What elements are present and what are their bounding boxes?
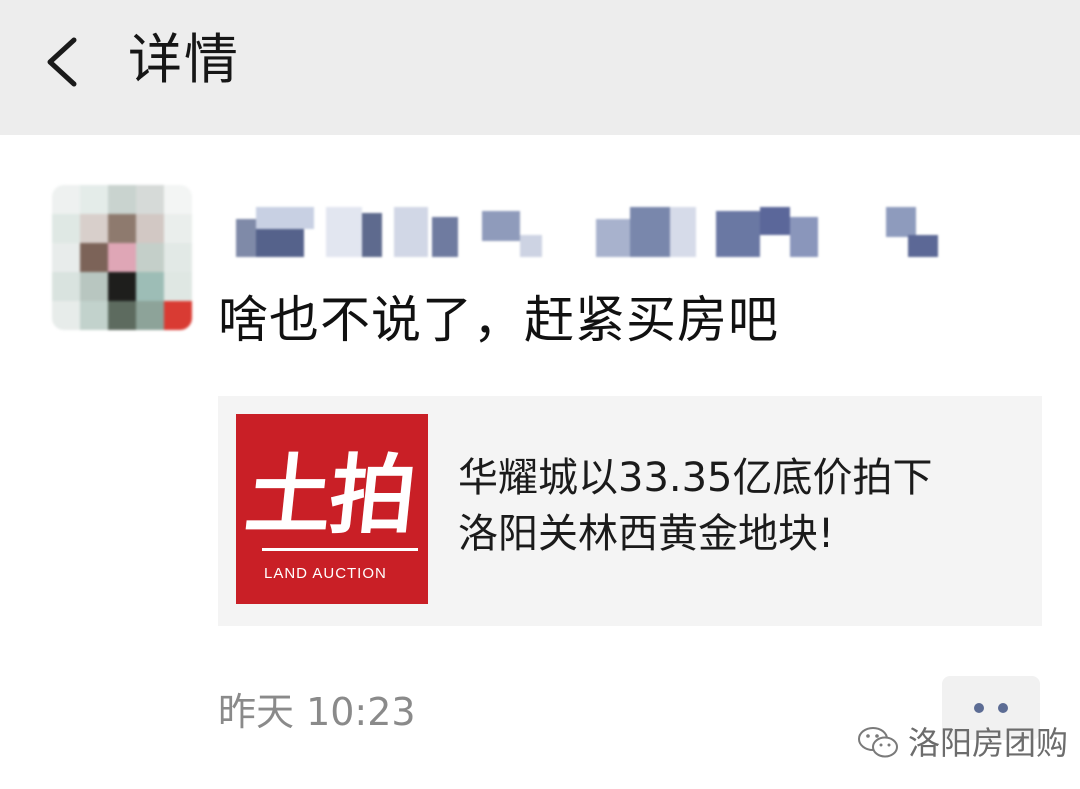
top-bar: 详情 [0,0,1080,135]
post-timestamp: 昨天 10:23 [218,690,416,734]
article-title-line-2: 洛阳关林西黄金地块! [458,511,835,557]
thumbnail-divider [262,548,418,551]
article-thumbnail: 土拍 LAND AUCTION [236,414,428,604]
thumbnail-title: 土拍 [240,445,420,546]
watermark: 洛阳房团购 [856,720,1068,766]
shared-article-card[interactable]: 土拍 LAND AUCTION 华耀城以33.35亿底价拍下 洛阳关林西黄金地块… [218,396,1042,626]
wechat-icon [858,727,898,758]
article-title: 华耀城以33.35亿底价拍下 洛阳关林西黄金地块! [458,450,1028,562]
chevron-left-icon [47,37,77,87]
article-title-line-1: 华耀城以33.35亿底价拍下 [458,455,933,501]
username-blurred[interactable] [236,205,956,263]
page-title: 详情 [128,28,240,91]
watermark-text: 洛阳房团购 [908,724,1069,762]
avatar[interactable] [52,185,192,330]
back-button[interactable] [36,30,96,94]
thumbnail-subtitle: LAND AUCTION [264,565,387,582]
post-message: 啥也不说了，赶紧买房吧 [218,291,779,349]
